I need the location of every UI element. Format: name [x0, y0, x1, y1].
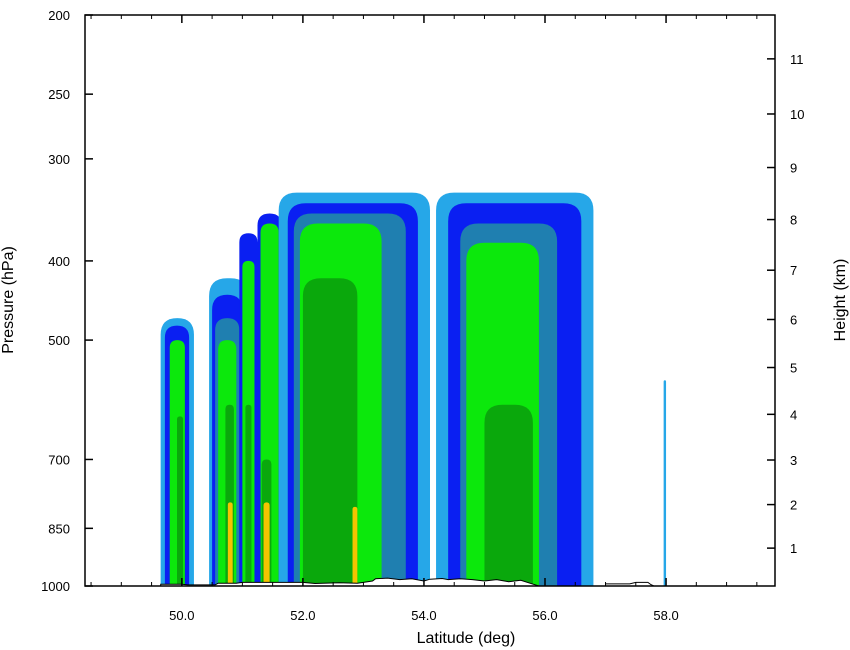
y-left-tick-label: 250	[48, 87, 70, 102]
x-tick-label: 52.0	[290, 608, 315, 623]
contour-cell-23	[352, 506, 358, 586]
y-left-tick-label: 400	[48, 254, 70, 269]
y-right-tick-label: 9	[790, 161, 797, 176]
x-tick-label: 54.0	[411, 608, 436, 623]
y-left-tick-label: 850	[48, 521, 70, 536]
x-tick-label: 50.0	[169, 608, 194, 623]
y-right-tick-label: 10	[790, 107, 804, 122]
y-right-tick-label: 8	[790, 213, 797, 228]
x-tick-label: 56.0	[532, 608, 557, 623]
contour-cell-12	[245, 404, 252, 586]
y-axis-title-left: Pressure (hPa)	[0, 246, 17, 354]
contour-cell-3	[177, 416, 184, 586]
contour-cell-16	[263, 502, 270, 586]
y-left-tick-label: 1000	[41, 579, 70, 594]
y-left-tick-label: 500	[48, 333, 70, 348]
chart-svg: 50.0 52.0 54.0 56.0 58.0 1000 850 700 500 400 300 2…	[0, 8, 849, 647]
y-left-tick-label: 200	[48, 8, 70, 23]
x-axis-title: Latitude (deg)	[417, 630, 516, 647]
contour-cell-9	[227, 502, 233, 586]
y-right-tick-label: 5	[790, 361, 797, 376]
y-left-tick-label: 700	[48, 452, 70, 467]
x-tick-label: 58.0	[653, 608, 678, 623]
y-right-tick-label: 6	[790, 312, 797, 327]
y-right-tick-label: 1	[790, 541, 797, 556]
y-right-tick-label: 3	[790, 453, 797, 468]
y-right-tick-label: 11	[790, 52, 804, 67]
contour-cell-33	[484, 404, 533, 586]
contour-cell-22	[302, 278, 358, 586]
y-left-tick-label: 300	[48, 152, 70, 167]
y-right-tick-label: 4	[790, 407, 797, 422]
y-right-tick-label: 2	[790, 498, 797, 513]
y-right-tick-label: 7	[790, 263, 797, 278]
contour-cell-34	[663, 380, 667, 586]
y-axis-title-right: Height (km)	[832, 259, 849, 342]
